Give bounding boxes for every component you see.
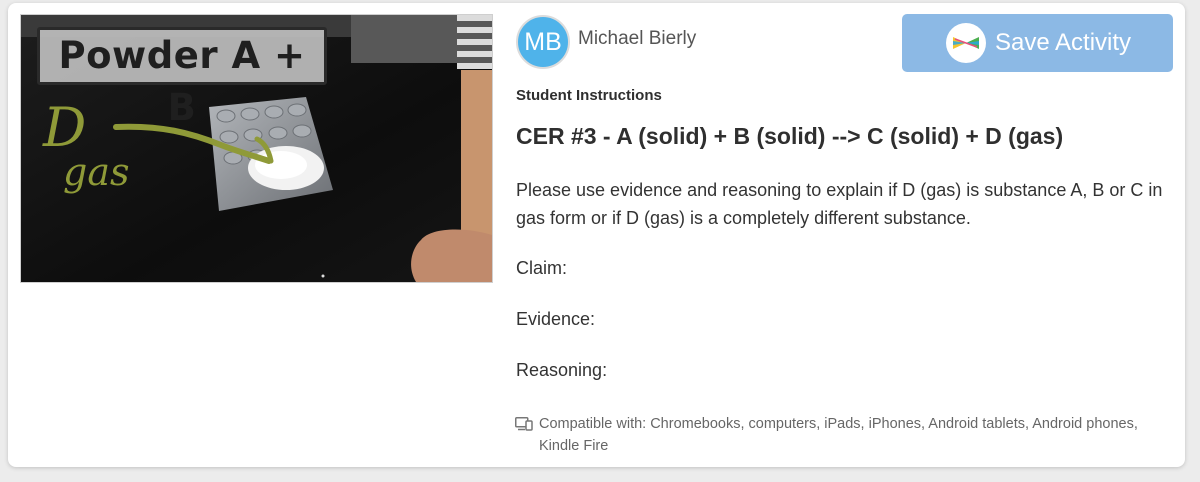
seesaw-logo-icon — [946, 23, 986, 63]
compatibility-text: Compatible with: Chromebooks, computers,… — [539, 416, 1138, 454]
annotation-word: gas — [63, 150, 130, 194]
evidence-prompt: Evidence: — [516, 309, 596, 329]
instructions-body: Please use evidence and reasoning to exp… — [516, 180, 1163, 228]
author-info[interactable]: MB Michael Bierly — [516, 15, 696, 69]
compatibility-info: Compatible with: Chromebooks, computers,… — [515, 413, 1175, 457]
author-name[interactable]: Michael Bierly — [578, 28, 696, 50]
video-caption: Powder A + B — [37, 27, 327, 129]
save-button-label: Save Activity — [995, 29, 1132, 56]
activity-title: CER #3 - A (solid) + B (solid) --> C (so… — [516, 123, 1064, 149]
save-activity-button[interactable]: Save Activity — [902, 14, 1173, 72]
avatar[interactable]: MB — [516, 15, 570, 69]
activity-video-thumbnail[interactable]: Powder A + B D gas — [20, 14, 493, 283]
section-label: Student Instructions — [516, 87, 662, 104]
activity-card: Powder A + B D gas MB Michael Bierly Sav… — [8, 3, 1185, 467]
claim-prompt: Claim: — [516, 258, 568, 278]
annotation-letter: D — [43, 96, 87, 159]
reasoning-prompt: Reasoning: — [516, 360, 608, 380]
devices-icon — [515, 416, 533, 438]
